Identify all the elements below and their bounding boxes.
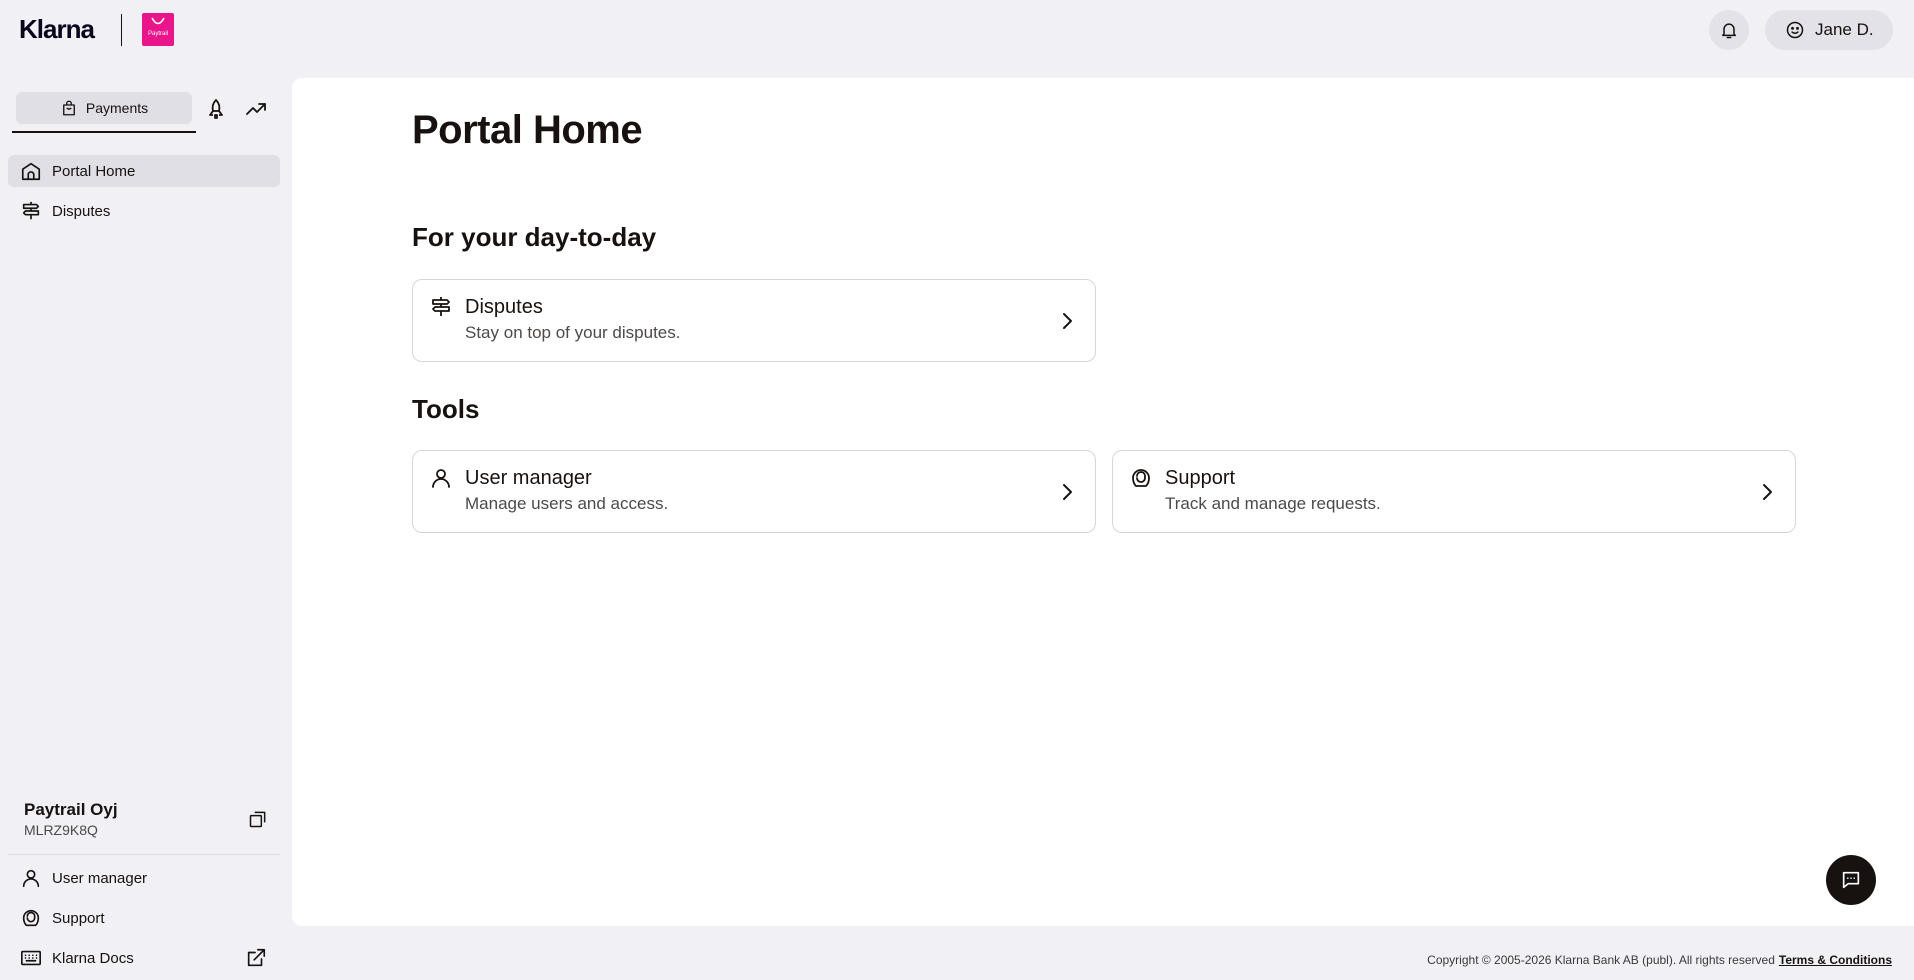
support-card[interactable]: Support Track and manage requests. xyxy=(1112,450,1796,533)
active-tab-indicator xyxy=(12,131,196,133)
page-title: Portal Home xyxy=(412,108,643,152)
top-bar: Klarna Paytrail Jane D. xyxy=(0,0,1914,60)
sidebar-item-label: User manager xyxy=(52,869,148,887)
logo-divider xyxy=(121,14,122,46)
home-icon xyxy=(20,160,42,182)
chevron-right-icon xyxy=(1755,480,1779,504)
chat-bubble-icon xyxy=(1840,869,1862,891)
smiley-face-icon xyxy=(1785,20,1805,40)
sidebar: Payments Portal Home Disputes Paytrail O… xyxy=(0,78,290,980)
disputes-card[interactable]: Disputes Stay on top of your disputes. xyxy=(412,279,1096,362)
sidebar-item-label: Klarna Docs xyxy=(52,949,134,967)
footer: Copyright © 2005-2026 Klarna Bank AB (pu… xyxy=(1427,953,1892,967)
sidebar-item-label: Portal Home xyxy=(52,162,136,180)
support-icon xyxy=(1129,466,1153,490)
sidebar-divider xyxy=(8,854,280,855)
klarna-logo[interactable]: Klarna xyxy=(19,14,95,45)
support-icon xyxy=(20,907,42,929)
card-title: Support xyxy=(1165,467,1236,489)
user-name: Jane D. xyxy=(1815,20,1874,39)
merchant-logo-text: Paytrail xyxy=(147,31,168,37)
section-title-day-to-day: For your day-to-day xyxy=(412,222,657,252)
keyboard-icon xyxy=(20,947,42,969)
merchant-logo: Paytrail xyxy=(142,13,174,46)
sidebar-item-support[interactable]: Support xyxy=(20,907,105,929)
card-subtitle: Stay on top of your disputes. xyxy=(465,323,681,342)
card-title: User manager xyxy=(465,467,592,489)
store-id: MLRZ9K8Q xyxy=(24,822,98,838)
shopping-bag-logo-icon xyxy=(151,17,165,25)
card-subtitle: Manage users and access. xyxy=(465,494,669,513)
store-name: Paytrail Oyj xyxy=(24,800,118,819)
sidebar-item-label: Disputes xyxy=(52,202,111,220)
chat-button[interactable] xyxy=(1826,855,1876,905)
chevron-right-icon xyxy=(1055,480,1079,504)
tab-payments-label: Payments xyxy=(85,100,149,116)
sidebar-item-portal-home[interactable]: Portal Home xyxy=(8,155,280,187)
chevron-right-icon xyxy=(1055,309,1079,333)
person-icon xyxy=(20,867,42,889)
signpost-icon xyxy=(429,295,453,319)
signpost-icon xyxy=(20,200,42,222)
switch-store-icon[interactable] xyxy=(248,809,268,829)
sidebar-item-label: Support xyxy=(52,909,105,927)
card-subtitle: Track and manage requests. xyxy=(1165,494,1381,513)
shopping-bag-icon xyxy=(60,99,78,117)
copyright-text: Copyright © 2005-2026 Klarna Bank AB (pu… xyxy=(1427,953,1775,967)
notifications-button[interactable] xyxy=(1709,10,1749,50)
sidebar-item-klarna-docs[interactable]: Klarna Docs xyxy=(20,947,134,969)
user-menu-button[interactable]: Jane D. xyxy=(1765,10,1893,50)
bell-icon xyxy=(1719,20,1739,40)
rocket-icon[interactable] xyxy=(204,97,228,121)
section-title-tools: Tools xyxy=(412,394,480,424)
user-manager-card[interactable]: User manager Manage users and access. xyxy=(412,450,1096,533)
terms-link[interactable]: Terms & Conditions xyxy=(1779,953,1892,967)
tab-payments[interactable]: Payments xyxy=(16,92,192,124)
person-icon xyxy=(429,466,453,490)
external-link-icon[interactable] xyxy=(245,947,267,969)
trending-up-icon[interactable] xyxy=(244,97,268,121)
main-content: Portal Home For your day-to-day Disputes… xyxy=(292,78,1914,926)
sidebar-item-user-manager[interactable]: User manager xyxy=(20,867,147,889)
card-title: Disputes xyxy=(465,296,543,318)
sidebar-item-disputes[interactable]: Disputes xyxy=(8,195,280,227)
